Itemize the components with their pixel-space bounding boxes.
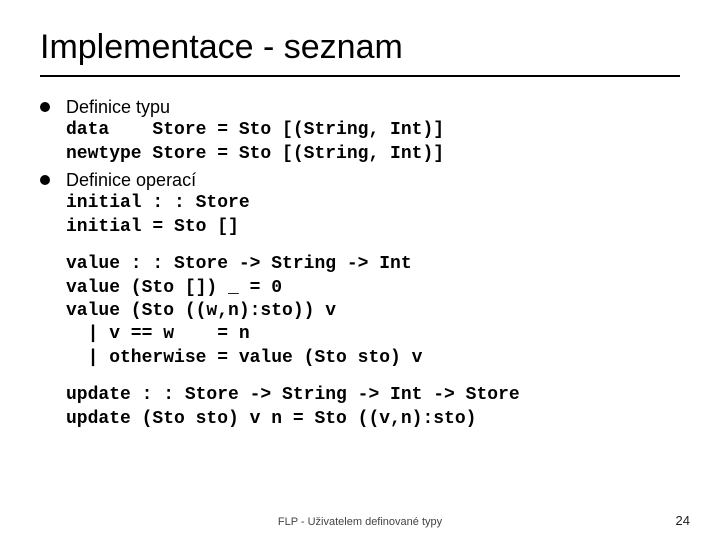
bullet-label: Definice operací (66, 168, 680, 192)
bullet-item: Definice operací initial : : Store initi… (40, 168, 680, 239)
bullet-content: Definice typu data Store = Sto [(String,… (66, 95, 680, 166)
bullet-icon (40, 102, 50, 112)
bullet-icon (40, 175, 50, 185)
code-block: update : : Store -> String -> Int -> Sto… (66, 384, 680, 431)
bullet-item: Definice typu data Store = Sto [(String,… (40, 95, 680, 166)
bullet-label: Definice typu (66, 95, 680, 119)
code-snippet: data Store = Sto [(String, Int)] newtype… (66, 119, 680, 166)
bullet-content: Definice operací initial : : Store initi… (66, 168, 680, 239)
slide-body: Definice typu data Store = Sto [(String,… (40, 95, 680, 431)
code-block: value : : Store -> String -> Int value (… (66, 253, 680, 370)
slide-title: Implementace - seznam (40, 28, 680, 77)
code-snippet: initial : : Store initial = Sto [] (66, 192, 680, 239)
page-number: 24 (676, 513, 690, 528)
footer-text: FLP - Uživatelem definované typy (0, 516, 720, 528)
slide: Implementace - seznam Definice typu data… (0, 0, 720, 540)
